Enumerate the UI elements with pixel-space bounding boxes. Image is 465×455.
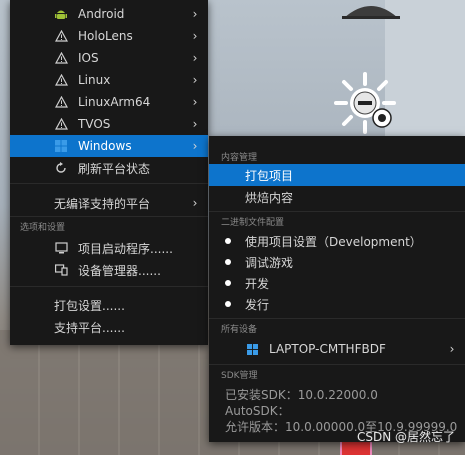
menu-item-linuxarm64[interactable]: LinuxArm64 ›	[10, 91, 208, 113]
menu-item-label: 使用项目设置（Development）	[245, 234, 422, 249]
section-header: 选项和设置	[20, 223, 66, 233]
refresh-platform-status[interactable]: 刷新平台状态	[10, 157, 208, 179]
menu-item-label: IOS	[78, 51, 99, 65]
device-manager[interactable]: 设备管理器......	[10, 259, 208, 281]
sdk-installed: 已安装SDK：10.0.22000.0	[225, 388, 378, 402]
chevron-right-icon: ›	[192, 196, 198, 210]
binary-option-debug-game[interactable]: 调试游戏	[209, 251, 465, 273]
watermark: CSDN @居然忘了	[356, 430, 455, 444]
chevron-right-icon: ›	[192, 73, 198, 87]
menu-item-label: LinuxArm64	[78, 95, 151, 109]
menu-item-label: LAPTOP-CMTHFBDF	[269, 342, 386, 356]
windows-icon	[245, 342, 259, 356]
launcher-icon	[54, 241, 68, 255]
section-header: 所有设备	[221, 325, 258, 335]
cook-content[interactable]: 烘焙内容	[209, 186, 465, 208]
menu-item-label: Windows	[78, 139, 132, 153]
binary-option-project-settings[interactable]: 使用项目设置（Development）	[209, 230, 465, 252]
chevron-right-icon: ›	[192, 51, 198, 65]
binary-option-shipping[interactable]: 发行	[209, 293, 465, 315]
directional-light-icon	[334, 72, 396, 134]
warning-icon	[54, 117, 68, 131]
menu-item-label: 发行	[245, 297, 270, 312]
menu-item-label: HoloLens	[78, 29, 133, 43]
menu-item-windows[interactable]: Windows ›	[10, 135, 208, 157]
windows-submenu: 内容管理 打包项目 烘焙内容 二进制文件配置 使用项目设置（Developmen…	[209, 136, 465, 442]
autosdk: AutoSDK：	[225, 404, 290, 418]
binary-option-development[interactable]: 开发	[209, 272, 465, 294]
menu-item-label: TVOS	[78, 117, 111, 131]
chevron-right-icon: ›	[449, 342, 455, 356]
menu-divider	[10, 183, 208, 184]
warning-icon	[54, 29, 68, 43]
menu-item-label: 烘焙内容	[245, 190, 294, 205]
menu-item-hololens[interactable]: HoloLens ›	[10, 25, 208, 47]
platforms-menu: Android › HoloLens › IOS › Linux › Linux…	[10, 0, 208, 345]
menu-item-label: Linux	[78, 73, 111, 87]
menu-item-label: 调试游戏	[245, 255, 294, 270]
supported-platforms[interactable]: 支持平台......	[10, 316, 208, 338]
menu-item-ios[interactable]: IOS ›	[10, 47, 208, 69]
menu-item-label: 打包设置......	[54, 298, 125, 313]
project-launcher[interactable]: 项目启动程序......	[10, 237, 208, 259]
menu-item-linux[interactable]: Linux ›	[10, 69, 208, 91]
menu-item-label: 打包项目	[245, 168, 294, 183]
chevron-right-icon: ›	[192, 95, 198, 109]
radio-icon	[225, 280, 231, 286]
windows-icon	[54, 139, 68, 153]
packaging-settings[interactable]: 打包设置......	[10, 294, 208, 316]
device-manager-icon	[54, 263, 68, 277]
warning-icon	[54, 51, 68, 65]
device-laptop[interactable]: LAPTOP-CMTHFBDF ›	[209, 338, 465, 360]
chevron-right-icon: ›	[192, 7, 198, 21]
menu-item-android[interactable]: Android ›	[10, 3, 208, 25]
section-header: 内容管理	[221, 153, 258, 163]
section-header: 二进制文件配置	[221, 218, 285, 228]
menu-item-label: 无编译支持的平台	[54, 196, 151, 211]
refresh-icon	[54, 161, 68, 175]
menu-item-label: 支持平台......	[54, 320, 125, 335]
menu-divider	[10, 286, 208, 287]
menu-item-tvos[interactable]: TVOS ›	[10, 113, 208, 135]
radio-icon	[225, 301, 231, 307]
radio-selected-icon	[225, 238, 231, 244]
warning-icon	[54, 95, 68, 109]
menu-divider	[209, 364, 465, 365]
chevron-right-icon: ›	[192, 139, 198, 153]
ceiling-lamp-icon	[342, 6, 400, 19]
chevron-right-icon: ›	[192, 29, 198, 43]
menu-divider	[10, 216, 208, 217]
unsupported-platforms[interactable]: 无编译支持的平台 ›	[10, 192, 208, 214]
menu-item-label: 开发	[245, 276, 270, 291]
menu-item-label: 设备管理器......	[78, 263, 161, 278]
menu-item-label: 项目启动程序......	[78, 241, 173, 256]
menu-item-label: 刷新平台状态	[78, 161, 151, 176]
menu-item-label: Android	[78, 7, 125, 21]
chevron-right-icon: ›	[192, 117, 198, 131]
radio-icon	[225, 259, 231, 265]
android-icon	[54, 7, 68, 21]
warning-icon	[54, 73, 68, 87]
menu-divider	[209, 318, 465, 319]
package-project[interactable]: 打包项目	[209, 164, 465, 186]
menu-divider	[209, 211, 465, 212]
section-header: SDK管理	[221, 371, 258, 381]
